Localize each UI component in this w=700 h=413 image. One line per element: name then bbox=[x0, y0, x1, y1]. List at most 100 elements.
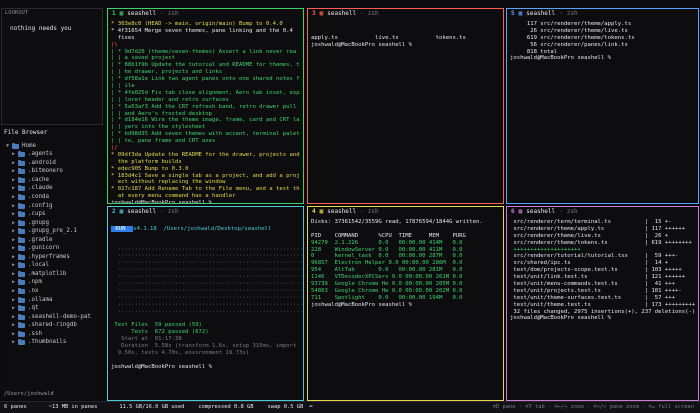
chevron-right-icon[interactable]: ▶ bbox=[9, 314, 18, 321]
chevron-right-icon[interactable]: ▶ bbox=[9, 228, 18, 235]
pane-title: seashell bbox=[127, 10, 157, 18]
terminal-line: apply.ts live.ts tokens.ts bbox=[311, 34, 466, 41]
chevron-right-icon[interactable]: ▶ bbox=[9, 279, 18, 286]
folder-icon bbox=[18, 279, 25, 286]
folder-icon bbox=[18, 245, 25, 252]
chevron-right-icon[interactable]: ▶ bbox=[9, 297, 18, 304]
chevron-right-icon[interactable]: ▶ bbox=[9, 168, 18, 175]
tree-folder-item[interactable]: ▶ .matplotlib bbox=[3, 270, 103, 279]
terminal-line: at every menu command has a handler bbox=[111, 193, 236, 200]
chevron-right-icon[interactable]: ▶ bbox=[9, 151, 18, 158]
chevron-right-icon[interactable]: ▶ bbox=[9, 220, 18, 227]
tree-folder-item[interactable]: ▶ .config bbox=[3, 202, 103, 211]
pane-header[interactable]: 2 ▦ seashell · zsh bbox=[108, 207, 303, 218]
terminal-pane-1[interactable]: 1 ▦ seashell · zsh * 303e8c0 (HEAD -> main, o… bbox=[107, 8, 304, 204]
terminal-line: ········································… bbox=[111, 294, 303, 301]
chevron-right-icon[interactable]: ▶ bbox=[9, 185, 18, 192]
terminal-line: joshwald@MacBookPro seashell % bbox=[111, 363, 216, 370]
terminal-line: | * 9d7d20 (theme/seven-themes) Assert a… bbox=[111, 48, 297, 55]
tree-folder-item[interactable]: ▶ .thumbnails bbox=[3, 338, 103, 347]
terminal-pane-4[interactable]: 4 ▦ seashell · zsh Disks: 37361542/3559G read… bbox=[307, 206, 504, 401]
terminal-output[interactable]: src/renderer/term/terminal.ts | 15 +- sr… bbox=[507, 218, 698, 322]
terminal-line: test/unit/projects.test.ts | 101 ++++- bbox=[510, 287, 682, 294]
chevron-right-icon[interactable]: ▶ bbox=[9, 203, 18, 210]
folder-icon bbox=[18, 253, 25, 260]
pane-header[interactable]: 5 ▦ seashell · zsh bbox=[507, 9, 698, 20]
chevron-right-icon[interactable]: ▶ bbox=[9, 339, 18, 346]
tree-folder-item[interactable]: ▶ .seashell-demo-pat bbox=[3, 313, 103, 322]
pane-separator: · bbox=[160, 10, 164, 18]
terminal-pane-6[interactable]: 6 ▦ seashell · zsh src/renderer/term/termina… bbox=[506, 206, 699, 401]
tree-folder-item[interactable]: ▶ .bitmonero bbox=[3, 168, 103, 177]
terminal-pane-5[interactable]: 5 ▦ seashell · zsh 117 src/renderer/theme/ap… bbox=[506, 8, 699, 204]
tree-folder-item[interactable]: ▶ .claude bbox=[3, 185, 103, 194]
pane-header[interactable]: 3 ▦ seashell · zsh bbox=[308, 9, 503, 20]
terminal-output[interactable]: apply.ts live.ts tokens.ts joshwald@MacBo… bbox=[308, 20, 503, 49]
terminal-output[interactable]: RUN v4.1.18 /Users/joshwald/Desktop/seas… bbox=[108, 218, 303, 371]
pane-header[interactable]: 6 ▦ seashell · zsh bbox=[507, 207, 698, 218]
status-compressed: compressed 0.8 GB bbox=[198, 404, 254, 411]
tree-folder-item[interactable]: ▶ .shared-ringdb bbox=[3, 321, 103, 330]
tree-folder-item[interactable]: ▶ .conda bbox=[3, 193, 103, 202]
chevron-right-icon[interactable]: ▶ bbox=[9, 271, 18, 278]
tree-folder-item[interactable]: ▶ .cache bbox=[3, 176, 103, 185]
tree-folder-item[interactable]: ▶ .local bbox=[3, 262, 103, 271]
tree-folder-item[interactable]: ▶ .hyperframes bbox=[3, 253, 103, 262]
folder-label: .android bbox=[28, 159, 56, 166]
terminal-pane-3[interactable]: 3 ▦ seashell · zsh apply.ts live.ts tokens.ts… bbox=[307, 8, 504, 204]
folder-label: .seashell-demo-pat bbox=[28, 313, 91, 320]
tree-folder-item[interactable]: ▶ .cups bbox=[3, 210, 103, 219]
chevron-right-icon[interactable]: ▶ bbox=[9, 262, 18, 269]
chevron-right-icon[interactable]: ▶ bbox=[9, 177, 18, 184]
terminal-line: | | and Aero's frosted desktop bbox=[111, 110, 213, 117]
terminal-line: Tests 672 passed (672) bbox=[111, 329, 209, 336]
chevron-right-icon[interactable]: ▶ bbox=[9, 288, 18, 295]
grid-icon: ▦ bbox=[119, 208, 124, 216]
lookout-label: LOOKOUT bbox=[5, 10, 29, 16]
tree-folder-item[interactable]: ▶ .gradle bbox=[3, 236, 103, 245]
tree-folder-item[interactable]: ▶ .ssh bbox=[3, 330, 103, 339]
terminal-line: ········································… bbox=[111, 308, 303, 315]
terminal-line: * 4f31654 Merge seven themes, pane linki… bbox=[111, 27, 293, 34]
tree-root-home[interactable]: ▼ Home bbox=[3, 142, 103, 151]
tree-folder-item[interactable]: ▶ .agents bbox=[3, 150, 103, 159]
folder-tree: ▼ Home ▶ .agents ▶ .android ▶ .bitmonero ▶ .cac… bbox=[1, 142, 103, 347]
folder-label: .ollama bbox=[28, 296, 53, 303]
chevron-down-icon[interactable]: ▼ bbox=[3, 143, 12, 150]
tree-folder-item[interactable]: ▶ .nx bbox=[3, 287, 103, 296]
terminal-output[interactable]: Disks: 37361542/3559G read, 17876594/184… bbox=[308, 218, 503, 309]
pane-command: zsh bbox=[367, 208, 379, 216]
terminal-icon[interactable]: ⌨ bbox=[307, 404, 314, 411]
chevron-right-icon[interactable]: ▶ bbox=[9, 160, 18, 167]
tree-folder-item[interactable]: ▶ .qt bbox=[3, 304, 103, 313]
chevron-right-icon[interactable]: ▶ bbox=[9, 322, 18, 329]
chevron-right-icon[interactable]: ▶ bbox=[9, 211, 18, 218]
chevron-right-icon[interactable]: ▶ bbox=[9, 254, 18, 261]
tree-folder-item[interactable]: ▶ .gnupg_pre_2.1 bbox=[3, 227, 103, 236]
chevron-right-icon[interactable]: ▶ bbox=[9, 194, 18, 201]
folder-icon bbox=[12, 142, 19, 149]
terminal-output[interactable]: * 303e8c0 (HEAD -> main, origin/main) Bu… bbox=[108, 20, 303, 203]
pane-header[interactable]: 1 ▦ seashell · zsh bbox=[108, 9, 303, 20]
folder-label: .ssh bbox=[28, 330, 42, 337]
folder-icon bbox=[18, 236, 25, 243]
chevron-right-icon[interactable]: ▶ bbox=[9, 237, 18, 244]
terminal-line: src/shared/ipc.ts | 14 + bbox=[510, 260, 669, 267]
tree-folder-item[interactable]: ▶ .npm bbox=[3, 279, 103, 288]
terminal-line: src/renderer/theme/apply.ts | 117 ++++++ bbox=[510, 225, 686, 232]
terminal-pane-2[interactable]: 2 ▦ seashell · zsh RUN v4.1.18 /Users/joshwa… bbox=[107, 206, 304, 401]
terminal-output[interactable]: 117 src/renderer/theme/apply.ts 26 src/r… bbox=[507, 20, 698, 62]
folder-label: .shared-ringdb bbox=[28, 322, 77, 329]
tree-folder-item[interactable]: ▶ .gunicorn bbox=[3, 244, 103, 253]
tree-folder-item[interactable]: ▶ .gnupg bbox=[3, 219, 103, 228]
chevron-right-icon[interactable]: ▶ bbox=[9, 305, 18, 312]
tree-folder-item[interactable]: ▶ .android bbox=[3, 159, 103, 168]
status-swap: swap 0.5 GB bbox=[267, 404, 304, 411]
status-hints: ⌘D pane · ⌘T tab · ⌘←/→ zoom · ⌘</> pane… bbox=[492, 404, 694, 411]
chevron-right-icon[interactable]: ▶ bbox=[9, 245, 18, 252]
tree-folder-item[interactable]: ▶ .ollama bbox=[3, 296, 103, 305]
chevron-right-icon[interactable]: ▶ bbox=[9, 331, 18, 338]
pane-header[interactable]: 4 ▦ seashell · zsh bbox=[308, 207, 503, 218]
